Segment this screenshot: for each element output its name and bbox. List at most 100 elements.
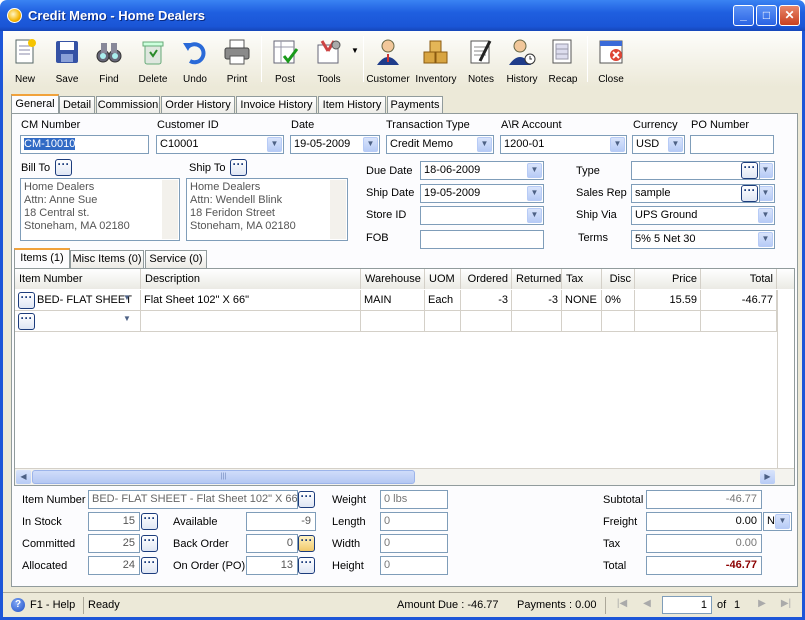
row-total[interactable]: -46.77 — [701, 290, 777, 311]
delete-button[interactable]: Delete — [131, 34, 175, 86]
back-order-lookup-button[interactable]: ··· — [298, 534, 315, 552]
row-uom[interactable]: Each — [425, 290, 461, 311]
freight-code-select[interactable]: N ▼ — [763, 512, 792, 531]
col-disc[interactable]: Disc — [602, 269, 635, 289]
chevron-down-icon[interactable]: ▼ — [775, 514, 790, 529]
close-window-button[interactable]: ✕ — [779, 5, 800, 26]
ar-account-select[interactable]: 1200-01 ▼ — [500, 135, 627, 154]
ship-date-picker[interactable]: 19-05-2009 ▼ — [420, 184, 544, 203]
allocated-lookup-button[interactable]: ··· — [141, 556, 158, 574]
page-number-field[interactable]: 1 — [662, 596, 712, 614]
item-lookup-button[interactable]: ··· — [18, 291, 35, 309]
title-bar[interactable]: Credit Memo - Home Dealers _ □ ✕ — [0, 0, 805, 31]
freight-field[interactable]: 0.00 — [646, 512, 762, 531]
chevron-down-icon[interactable]: ▼ — [760, 186, 773, 201]
item-lookup-button[interactable]: ··· — [18, 312, 35, 330]
undo-button[interactable]: Undo — [175, 34, 215, 86]
row-description[interactable]: Flat Sheet 102" X 66" — [141, 290, 361, 311]
subtab-items[interactable]: Items (1) — [14, 248, 70, 268]
tab-detail[interactable]: Detail — [59, 96, 95, 114]
chevron-down-icon[interactable]: ▼ — [123, 293, 131, 302]
type-lookup-button[interactable]: ··· — [741, 161, 758, 179]
ship-to-scrollbar[interactable] — [330, 180, 346, 239]
help-label[interactable]: F1 - Help — [30, 599, 75, 611]
bill-to-address[interactable]: Home Dealers Attn: Anne Sue 18 Central st.… — [20, 178, 180, 241]
ship-to-address[interactable]: Home Dealers Attn: Wendell Blink 18 Ferido… — [186, 178, 348, 241]
fob-field[interactable] — [420, 230, 544, 249]
chevron-down-icon[interactable]: ▼ — [758, 208, 773, 223]
chevron-down-icon[interactable]: ▼ — [527, 186, 542, 201]
tools-dropdown-arrow-icon[interactable]: ▼ — [351, 46, 359, 55]
history-button[interactable]: History — [501, 34, 543, 86]
col-description[interactable]: Description — [141, 269, 361, 289]
customer-id-select[interactable]: C10001 ▼ — [156, 135, 284, 154]
table-row-new[interactable]: ··· ▼ — [15, 311, 777, 332]
chevron-down-icon[interactable]: ▼ — [760, 163, 773, 178]
col-ordered[interactable]: Ordered — [461, 269, 512, 289]
tab-general[interactable]: General — [11, 94, 59, 114]
notes-button[interactable]: Notes — [461, 34, 501, 86]
chevron-down-icon[interactable]: ▼ — [527, 163, 542, 178]
tools-button[interactable]: Tools — [307, 34, 351, 86]
cm-number-field[interactable]: CM-10010 — [20, 135, 149, 154]
committed-lookup-button[interactable]: ··· — [141, 534, 158, 552]
help-icon[interactable]: ? — [11, 598, 25, 612]
next-page-icon[interactable]: ▶ — [755, 598, 769, 612]
col-warehouse[interactable]: Warehouse — [361, 269, 425, 289]
col-item-number[interactable]: Item Number — [15, 269, 141, 289]
tab-commission[interactable]: Commission — [96, 96, 160, 114]
tab-item-history[interactable]: Item History — [318, 96, 386, 114]
row-disc[interactable]: 0% — [602, 290, 635, 311]
row-warehouse[interactable]: MAIN — [361, 290, 425, 311]
save-button[interactable]: Save — [47, 34, 87, 86]
grid-horizontal-scrollbar[interactable]: ◀ ||| ▶ — [15, 468, 794, 485]
bill-to-lookup-button[interactable]: ··· — [55, 158, 72, 176]
close-button[interactable]: Close — [591, 34, 631, 86]
po-number-field[interactable] — [690, 135, 774, 154]
item-number-lookup-button[interactable]: ··· — [298, 490, 315, 508]
first-page-icon[interactable]: |◀ — [615, 598, 629, 612]
in-stock-lookup-button[interactable]: ··· — [141, 512, 158, 530]
scroll-thumb[interactable]: ||| — [32, 470, 415, 484]
table-row[interactable]: BED- FLAT SHEET ··· ▼ Flat Sheet 102" X … — [15, 290, 777, 311]
chevron-down-icon[interactable]: ▼ — [668, 137, 683, 152]
customer-button[interactable]: Customer — [365, 34, 411, 86]
transaction-type-select[interactable]: Credit Memo ▼ — [386, 135, 494, 154]
chevron-down-icon[interactable]: ▼ — [610, 137, 625, 152]
bill-to-scrollbar[interactable] — [162, 180, 178, 239]
currency-select[interactable]: USD ▼ — [632, 135, 685, 154]
chevron-down-icon[interactable]: ▼ — [477, 137, 492, 152]
ship-via-select[interactable]: UPS Ground ▼ — [631, 206, 775, 225]
chevron-down-icon[interactable]: ▼ — [267, 137, 282, 152]
print-button[interactable]: Print — [217, 34, 257, 86]
tab-order-history[interactable]: Order History — [161, 96, 235, 114]
col-returned[interactable]: Returned — [512, 269, 562, 289]
recap-button[interactable]: Recap — [543, 34, 583, 86]
scroll-left-icon[interactable]: ◀ — [16, 470, 31, 484]
row-tax[interactable]: NONE — [562, 290, 602, 311]
chevron-down-icon[interactable]: ▼ — [123, 314, 131, 323]
row-price[interactable]: 15.59 — [635, 290, 701, 311]
col-uom[interactable]: UOM — [425, 269, 461, 289]
on-order-lookup-button[interactable]: ··· — [298, 556, 315, 574]
minimize-button[interactable]: _ — [733, 5, 754, 26]
due-date-picker[interactable]: 18-06-2009 ▼ — [420, 161, 544, 180]
sales-rep-lookup-button[interactable]: ··· — [741, 184, 758, 202]
item-number-field[interactable]: BED- FLAT SHEET - Flat Sheet 102" X 66" — [88, 490, 298, 509]
row-returned[interactable]: -3 — [512, 290, 562, 311]
col-price[interactable]: Price — [635, 269, 701, 289]
last-page-icon[interactable]: ▶| — [779, 598, 793, 612]
grid-vertical-scrollbar[interactable] — [777, 290, 794, 468]
tab-invoice-history[interactable]: Invoice History — [236, 96, 317, 114]
chevron-down-icon[interactable]: ▼ — [363, 137, 378, 152]
terms-select[interactable]: 5% 5 Net 30 ▼ — [631, 230, 775, 249]
chevron-down-icon[interactable]: ▼ — [758, 232, 773, 247]
find-button[interactable]: Find — [89, 34, 129, 86]
scroll-right-icon[interactable]: ▶ — [760, 470, 775, 484]
post-button[interactable]: Post — [265, 34, 305, 86]
subtab-service[interactable]: Service (0) — [145, 250, 207, 268]
sales-rep-dropdown[interactable]: ▼ — [759, 184, 775, 203]
maximize-button[interactable]: □ — [756, 5, 777, 26]
col-tax[interactable]: Tax — [562, 269, 602, 289]
ship-to-lookup-button[interactable]: ··· — [230, 158, 247, 176]
